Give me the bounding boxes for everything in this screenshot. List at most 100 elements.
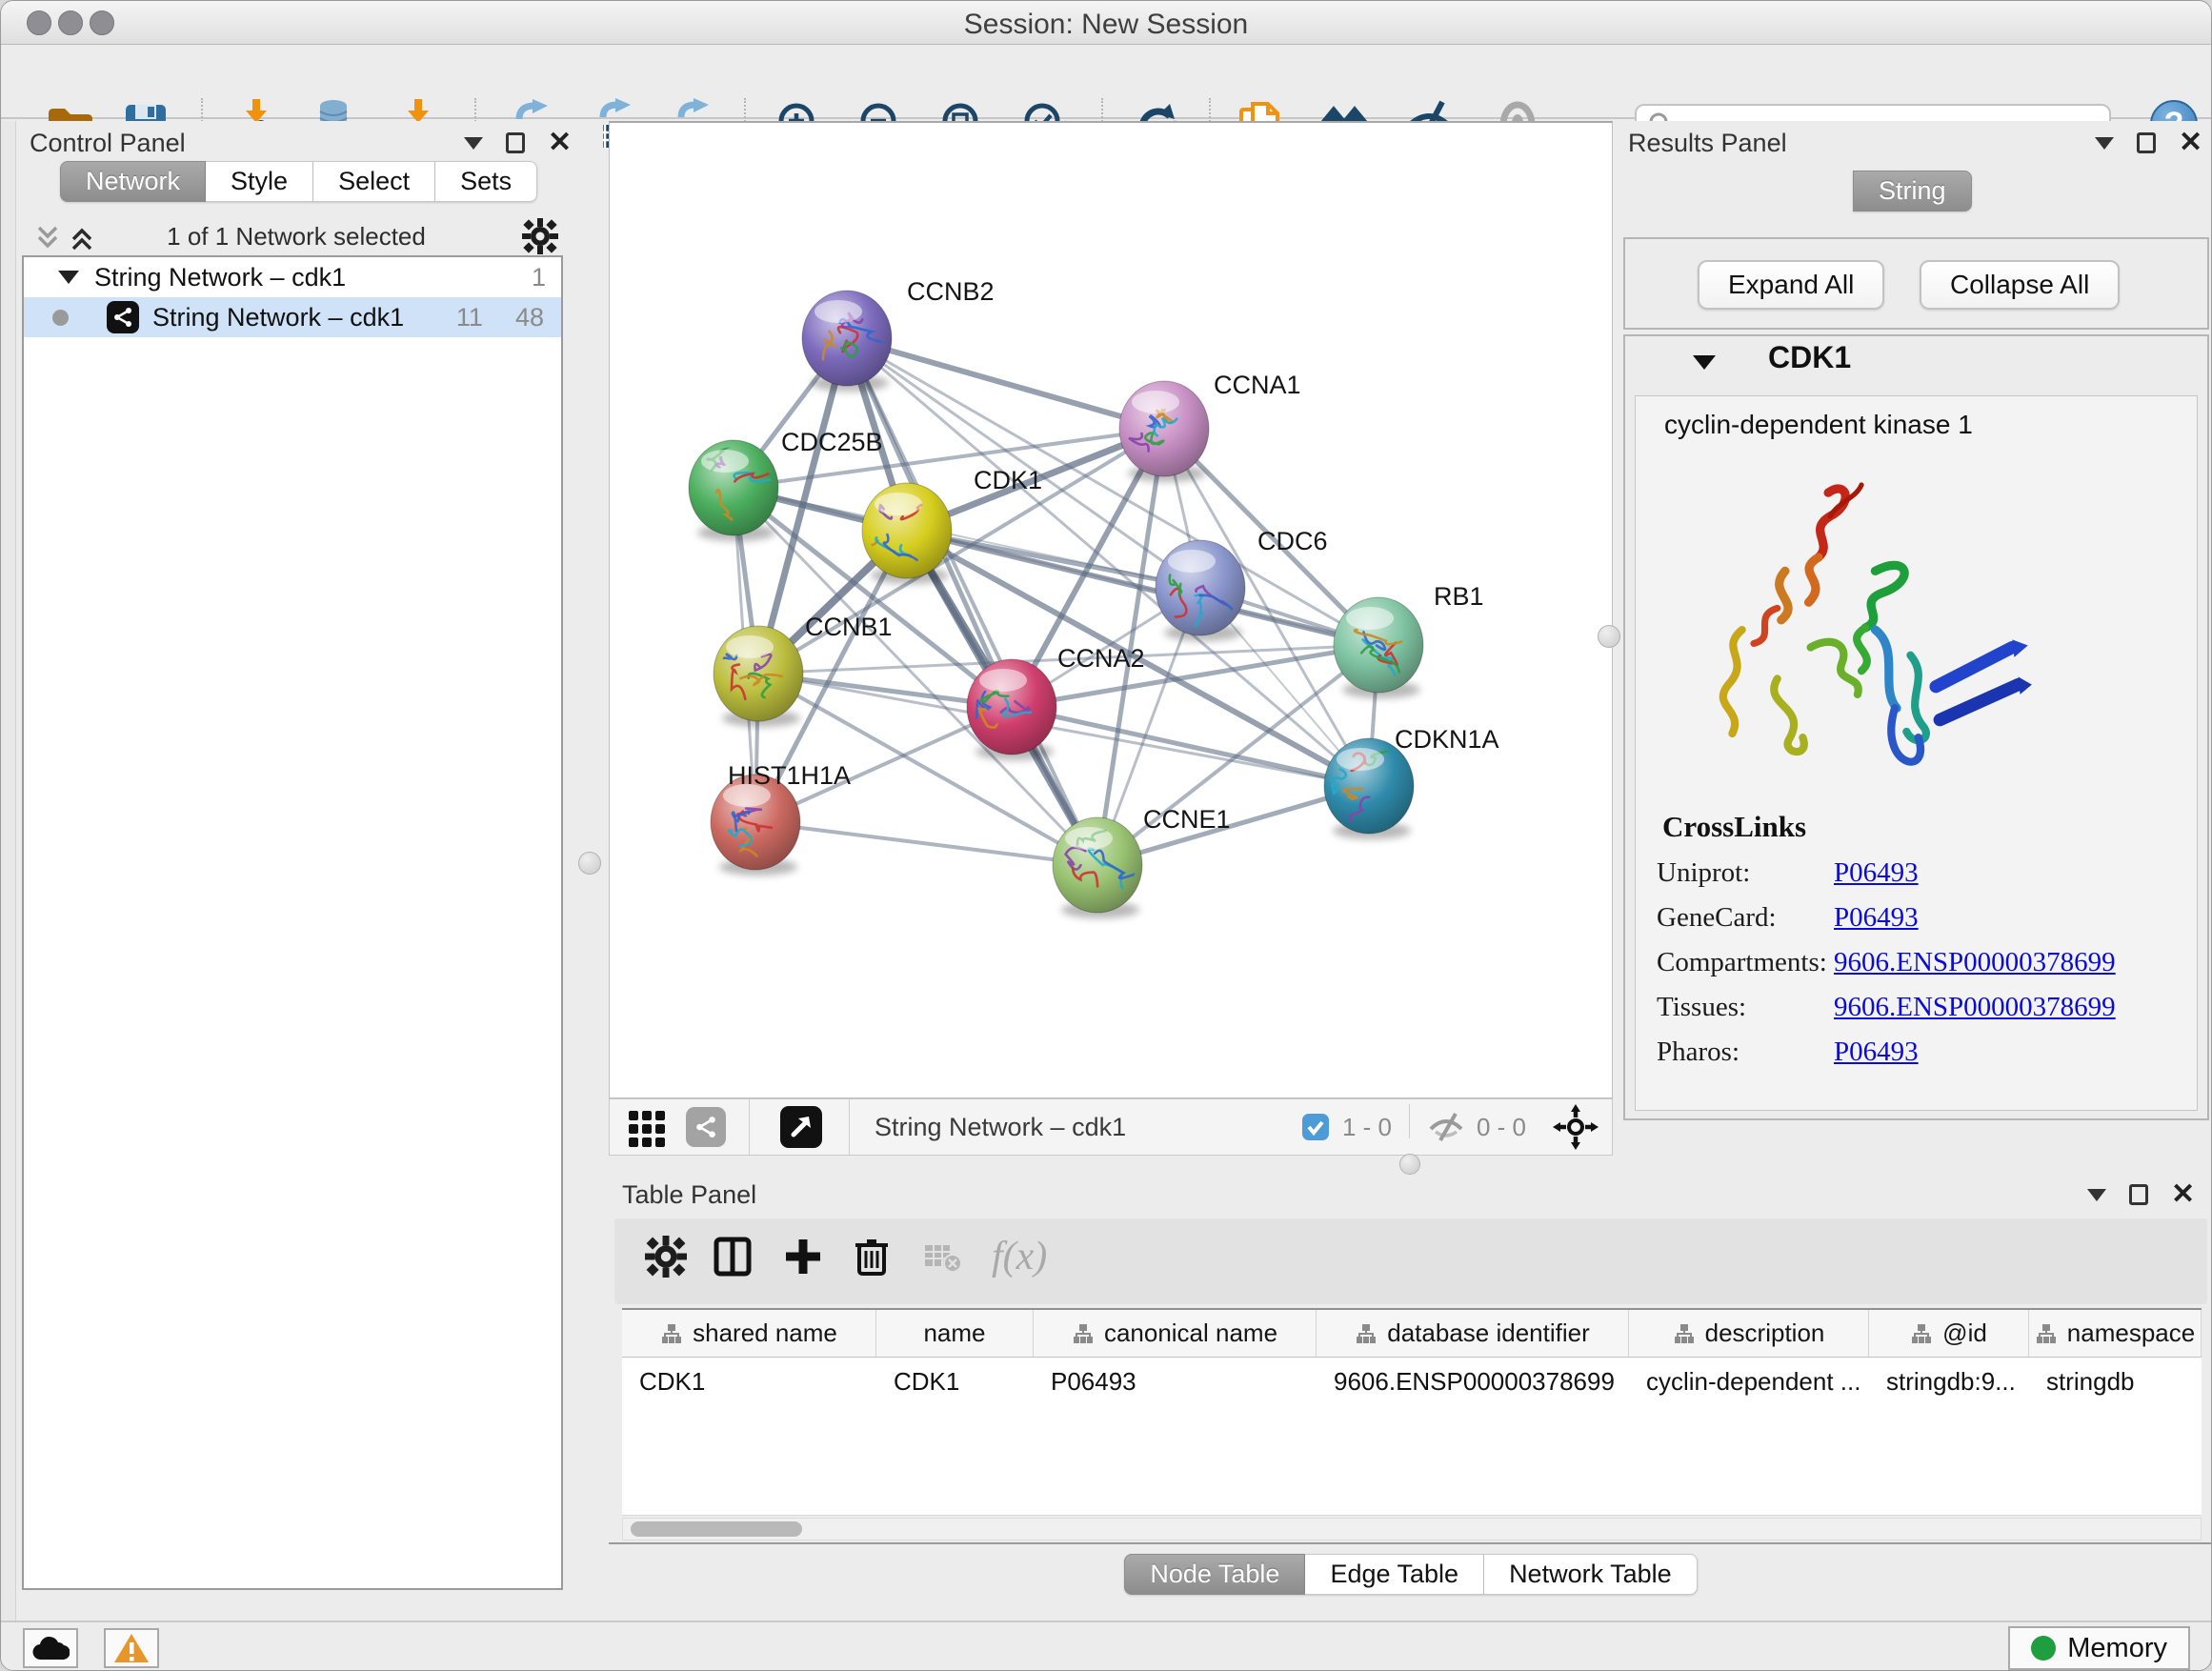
crosslink-value[interactable]: P06493 <box>1834 1037 1919 1068</box>
crosslink-value[interactable]: P06493 <box>1834 902 1919 934</box>
cdk1-result-box: CDK1 cyclin-dependent kinase 1 <box>1623 334 2209 1120</box>
tab-sets[interactable]: Sets <box>435 161 537 202</box>
column-header-name[interactable]: name <box>876 1310 1034 1357</box>
network-options-gear-icon[interactable] <box>522 218 558 254</box>
tab-network-table[interactable]: Network Table <box>1484 1554 1698 1595</box>
expand-all-networks-icon[interactable] <box>68 224 96 252</box>
table-panel-menu-icon[interactable] <box>2087 1189 2106 1201</box>
tab-style[interactable]: Style <box>206 161 313 202</box>
hidden-count-icon <box>1427 1111 1465 1143</box>
control-panel-close-icon[interactable]: ✕ <box>548 132 572 153</box>
tab-select[interactable]: Select <box>313 161 435 202</box>
collapse-all-networks-icon[interactable] <box>33 224 62 252</box>
node-table: shared namenamecanonical namedatabase id… <box>622 1308 2202 1516</box>
table-cell[interactable]: 9606.ENSP00000378699 <box>1317 1367 1629 1397</box>
expand-all-button[interactable]: Expand All <box>1698 260 1884 310</box>
table-cell[interactable]: CDK1 <box>622 1367 876 1397</box>
network-node-CCNA1[interactable] <box>1119 381 1209 482</box>
network-node-CCNB1[interactable] <box>714 626 803 727</box>
shared-column-icon <box>1072 1322 1095 1345</box>
network-node-CCNE1[interactable] <box>1053 817 1142 918</box>
crosslink-label: Tissues: <box>1657 992 1834 1023</box>
node-label-CCNA2: CCNA2 <box>1057 644 1145 673</box>
title-bar: Session: New Session <box>1 1 2211 45</box>
shared-column-icon <box>1673 1322 1696 1345</box>
cdk1-details: cyclin-dependent kinase 1 <box>1635 395 2198 1111</box>
crosslink-label: Uniprot: <box>1657 857 1834 889</box>
table-cell[interactable]: stringdb <box>2029 1367 2202 1397</box>
tab-string-results[interactable]: String <box>1853 171 1972 211</box>
result-gene-name: CDK1 <box>1768 340 1851 375</box>
string-view-icon[interactable] <box>686 1107 726 1147</box>
tree-expand-icon[interactable] <box>58 271 79 284</box>
hidden-counter: 0 - 0 <box>1477 1113 1526 1142</box>
table-horizontal-scrollbar[interactable] <box>622 1518 2202 1540</box>
tab-network[interactable]: Network <box>60 161 206 202</box>
protein-structure-image <box>1683 461 2036 795</box>
column-header-namespace[interactable]: namespace <box>2029 1310 2202 1357</box>
warnings-button[interactable] <box>104 1628 159 1668</box>
network-node-RB1[interactable] <box>1334 597 1423 698</box>
right-splitter-handle[interactable] <box>1598 625 1620 648</box>
table-panel-float-icon[interactable] <box>2129 1184 2148 1205</box>
table-cell[interactable]: P06493 <box>1034 1367 1317 1397</box>
control-panel-float-icon[interactable] <box>506 132 525 153</box>
node-label-RB1: RB1 <box>1434 582 1484 611</box>
table-cell[interactable]: cyclin-dependent ... <box>1629 1367 1869 1397</box>
column-header-canonical-name[interactable]: canonical name <box>1034 1310 1317 1357</box>
results-panel-close-icon[interactable]: ✕ <box>2179 132 2202 153</box>
delete-column-icon[interactable] <box>851 1236 893 1278</box>
column-header-description[interactable]: description <box>1629 1310 1869 1357</box>
grid-view-icon[interactable] <box>625 1105 669 1149</box>
control-panel-menu-icon[interactable] <box>464 137 483 150</box>
birds-eye-view-icon[interactable] <box>780 1106 822 1148</box>
table-panel-close-icon[interactable]: ✕ <box>2171 1184 2195 1205</box>
results-panel: Results Panel ✕ String Expand All Collap… <box>1620 121 2212 1165</box>
network-collection-row[interactable]: String Network – cdk1 1 <box>24 257 561 297</box>
function-builder-icon-disabled: f(x) <box>992 1234 1047 1279</box>
crosslink-label: Compartments: <box>1657 947 1834 978</box>
cdk1-collapse-icon[interactable] <box>1693 355 1716 370</box>
memory-button[interactable]: Memory <box>2008 1626 2190 1670</box>
tab-node-table[interactable]: Node Table <box>1124 1554 1305 1595</box>
results-panel-float-icon[interactable] <box>2137 132 2156 153</box>
bottom-splitter-handle[interactable] <box>1399 1154 1420 1175</box>
network-edge-count: 48 <box>515 303 544 332</box>
crosslink-value[interactable]: 9606.ENSP00000378699 <box>1834 947 2116 978</box>
crosslink-row: Uniprot: P06493 <box>1657 857 2197 889</box>
results-panel-menu-icon[interactable] <box>2095 137 2114 150</box>
column-header-shared-name[interactable]: shared name <box>622 1310 876 1357</box>
node-label-CCNE1: CCNE1 <box>1143 805 1231 834</box>
network-row-label: String Network – cdk1 <box>152 303 404 332</box>
crosslink-value[interactable]: 9606.ENSP00000378699 <box>1834 992 2116 1023</box>
create-column-icon[interactable] <box>782 1236 824 1278</box>
node-label-CDK1: CDK1 <box>974 466 1042 494</box>
table-cell[interactable]: stringdb:9... <box>1869 1367 2029 1397</box>
network-node-CDC6[interactable] <box>1156 540 1257 641</box>
crosslink-label: Pharos: <box>1657 1037 1834 1068</box>
shared-column-icon <box>2035 1322 2058 1345</box>
table-toolbar: f(x) <box>614 1218 2207 1304</box>
crosslink-value[interactable]: P06493 <box>1834 857 1919 889</box>
window-title: Session: New Session <box>1 9 2211 41</box>
network-list: String Network – cdk1 1 String Network –… <box>22 255 563 1590</box>
collapse-all-button[interactable]: Collapse All <box>1920 260 2120 310</box>
crosslink-label: GeneCard: <box>1657 902 1834 934</box>
table-options-gear-icon[interactable] <box>645 1236 687 1278</box>
crosslink-row: Tissues: 9606.ENSP00000378699 <box>1657 992 2197 1023</box>
warning-icon <box>113 1632 150 1664</box>
node-label-CDC6: CDC6 <box>1257 527 1328 555</box>
table-cell[interactable]: CDK1 <box>876 1367 1034 1397</box>
fit-content-crosshair-icon[interactable] <box>1553 1104 1599 1150</box>
tab-edge-table[interactable]: Edge Table <box>1305 1554 1484 1595</box>
show-columns-icon[interactable] <box>712 1236 754 1278</box>
network-canvas[interactable]: CCNB2CCNA1CDC25BCDK1CDC6RB1CCNB1CCNA2CDK… <box>609 121 1613 1098</box>
network-node-CDC25B[interactable] <box>689 440 782 541</box>
left-splitter-handle[interactable] <box>578 852 601 875</box>
table-row[interactable]: CDK1CDK1P064939606.ENSP00000378699cyclin… <box>622 1358 2202 1405</box>
network-row-selected[interactable]: String Network – cdk1 11 48 <box>24 297 561 337</box>
column-header-database-identifier[interactable]: database identifier <box>1317 1310 1629 1357</box>
cloud-button[interactable] <box>23 1628 78 1668</box>
column-header-@id[interactable]: @id <box>1869 1310 2029 1357</box>
crosslink-row: Compartments: 9606.ENSP00000378699 <box>1657 947 2197 978</box>
